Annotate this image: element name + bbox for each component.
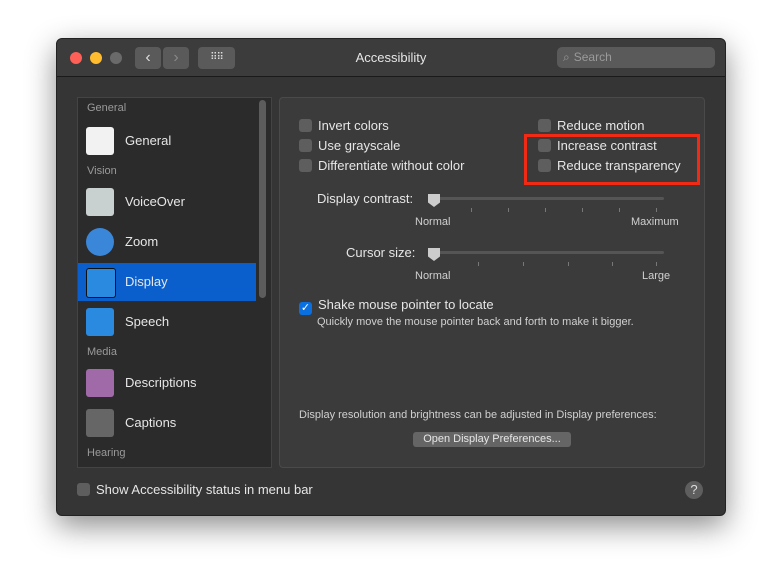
search-input[interactable]: ⌕ Search [557, 47, 715, 68]
sidebar-scrollbar[interactable] [259, 100, 266, 298]
contrast-max-label: Maximum [631, 216, 679, 228]
section-hearing: Hearing [87, 447, 126, 459]
tick [471, 208, 472, 212]
display-icon [86, 268, 116, 298]
sidebar-item-display[interactable]: Display [78, 263, 256, 301]
cursor-size-label: Cursor size: [346, 245, 416, 260]
accessibility-window: ‹ › ⠿⠿ Accessibility ⌕ Search General Gen… [56, 38, 726, 516]
sidebar-item-voiceover[interactable]: VoiceOver [78, 183, 256, 221]
section-general: General [87, 102, 127, 114]
tick [545, 208, 546, 212]
invert-colors-checkbox[interactable]: Invert colors [299, 118, 389, 133]
section-media: Media [87, 346, 117, 358]
tick [656, 262, 657, 266]
cursor-min-label: Normal [415, 270, 451, 282]
tick [582, 208, 583, 212]
sidebar-item-descriptions[interactable]: Descriptions [78, 364, 256, 402]
display-prefs-note: Display resolution and brightness can be… [299, 409, 657, 421]
contrast-min-label: Normal [415, 216, 451, 228]
help-button[interactable]: ? [685, 481, 703, 499]
tick [612, 262, 613, 266]
tick [656, 208, 657, 212]
title-bar: ‹ › ⠿⠿ Accessibility ⌕ Search [57, 39, 725, 77]
display-contrast-thumb[interactable] [428, 194, 440, 207]
descriptions-icon [86, 369, 114, 397]
open-display-preferences-button[interactable]: Open Display Preferences... [413, 432, 571, 447]
tick [523, 262, 524, 266]
shake-description: Quickly move the mouse pointer back and … [317, 316, 634, 328]
differentiate-without-color-checkbox[interactable]: Differentiate without color [299, 158, 464, 173]
show-status-in-menu-bar-checkbox[interactable]: Show Accessibility status in menu bar [77, 482, 313, 497]
sidebar-item-speech[interactable]: Speech [78, 303, 256, 341]
voiceover-icon [86, 188, 114, 216]
cursor-max-label: Large [642, 270, 671, 282]
tick [478, 262, 479, 266]
cursor-size-thumb[interactable] [428, 248, 440, 261]
reduce-motion-checkbox[interactable]: Reduce motion [538, 118, 644, 133]
sidebar-item-general[interactable]: General [78, 122, 256, 160]
zoom-icon [86, 228, 114, 256]
tick [508, 208, 509, 212]
captions-icon [86, 409, 114, 437]
tick [568, 262, 569, 266]
section-vision: Vision [87, 165, 117, 177]
checkmark-icon: ✓ [299, 302, 312, 315]
tick [619, 208, 620, 212]
general-icon [86, 127, 114, 155]
sidebar-item-captions[interactable]: Captions [78, 404, 256, 442]
display-contrast-label: Display contrast: [317, 191, 414, 206]
search-icon: ⌕ [563, 50, 570, 64]
display-contrast-slider[interactable] [430, 197, 664, 200]
use-grayscale-checkbox[interactable]: Use grayscale [299, 138, 400, 153]
highlight-annotation [524, 134, 700, 185]
sidebar: General General Vision VoiceOver Zoom Di… [77, 97, 272, 468]
sidebar-item-zoom[interactable]: Zoom [78, 223, 256, 261]
shake-pointer-checkbox[interactable]: ✓ Shake mouse pointer to locate [299, 297, 494, 315]
cursor-size-slider[interactable] [430, 251, 664, 254]
speech-icon [86, 308, 114, 336]
